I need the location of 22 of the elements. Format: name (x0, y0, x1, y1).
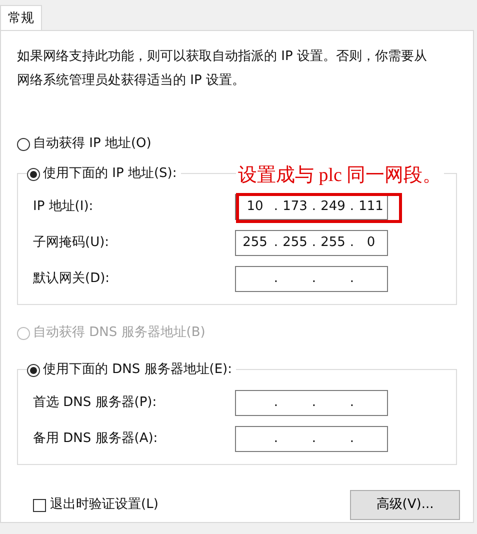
radio-label[interactable]: 使用下面的 DNS 服务器地址(E): (43, 360, 232, 380)
ip-address-field[interactable]: . . . (235, 426, 388, 452)
checkbox-label[interactable]: 退出时验证设置(L) (50, 495, 158, 515)
ip-address-field[interactable]: 255 . 255 . 255 . 0 (235, 230, 388, 256)
field-label: IP 地址(I): (33, 198, 94, 216)
checkbox[interactable] (33, 498, 46, 512)
tab[interactable]: 常规 (0, 5, 42, 31)
field-label: 默认网关(D): (33, 270, 111, 288)
radio-button[interactable] (17, 138, 30, 150)
ip-address-field[interactable]: . . . (235, 266, 388, 292)
ip-address-field[interactable]: . . . (235, 390, 388, 416)
field-label: 首选 DNS 服务器(P): (33, 394, 158, 412)
description-text: 如果网络支持此功能，则可以获取自动指派的 IP 设置。否则，你需要从网络系统管理员处获得适当的 IP 设置。 (17, 48, 428, 90)
field-label: 子网掩码(U): (33, 234, 110, 252)
advanced-button[interactable]: 高级(V)... (350, 490, 460, 520)
radio-label[interactable]: 使用下面的 IP 地址(S): (43, 164, 177, 184)
annotation-text: 设置成与 plc 同一网段。 (236, 164, 444, 188)
radio-button[interactable] (27, 168, 40, 180)
field-label: 备用 DNS 服务器(A): (33, 430, 159, 448)
radio-button[interactable] (27, 364, 40, 376)
ip-address-field[interactable]: 10 . 173 . 249 . 111 (235, 194, 388, 220)
radio-label[interactable]: 自动获得 IP 地址(O) (33, 134, 152, 154)
